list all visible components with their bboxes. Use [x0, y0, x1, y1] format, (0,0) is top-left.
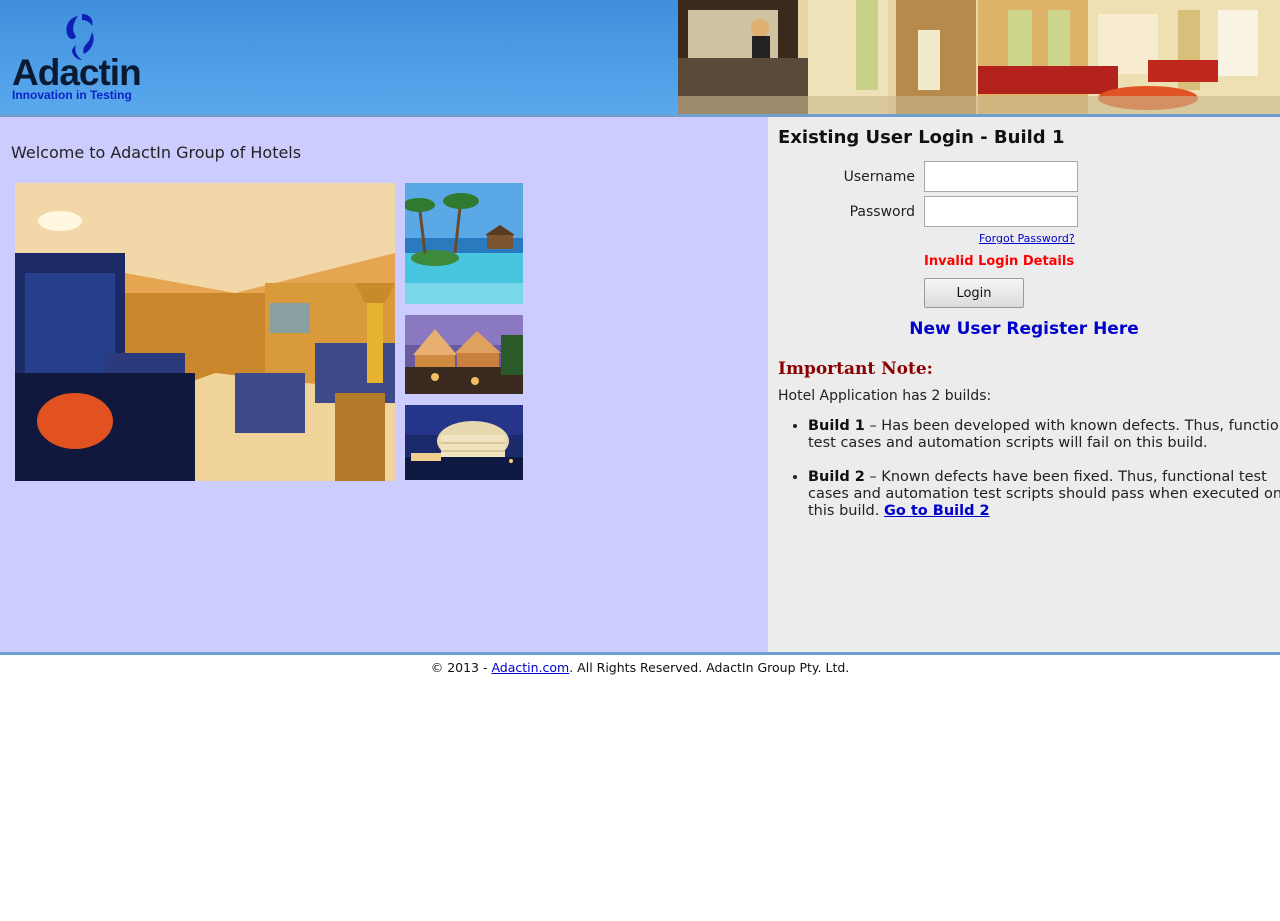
- list-item-build-1: Build 1 – Has been developed with known …: [808, 418, 1280, 452]
- list-item-build-2: Build 2 – Known defects have been fixed.…: [808, 469, 1280, 520]
- page-footer: © 2013 - Adactin.com. All Rights Reserve…: [0, 652, 1280, 921]
- footer-prefix: © 2013 -: [430, 660, 492, 675]
- forgot-password-link[interactable]: Forgot Password?: [979, 232, 1075, 245]
- build-2-description: – Known defects have been fixed. Thus, f…: [808, 469, 1280, 519]
- go-to-build-2-link[interactable]: Go to Build 2: [884, 503, 990, 519]
- password-label: Password: [849, 204, 915, 220]
- login-title: Existing User Login - Build 1: [778, 127, 1065, 148]
- hotel-lobby-photo: [678, 0, 1280, 114]
- welcome-panel: Welcome to AdactIn Group of Hotels: [0, 117, 768, 652]
- build-1-name: Build 1: [808, 418, 865, 434]
- hotel-suite-photo: [15, 183, 395, 481]
- login-panel: Existing User Login - Build 1 Username P…: [768, 117, 1280, 652]
- login-error-message: Invalid Login Details: [924, 254, 1075, 269]
- login-button[interactable]: Login: [924, 278, 1024, 308]
- build-1-description: – Has been developed with known defects.…: [808, 418, 1280, 451]
- new-user-register-link[interactable]: New User Register Here: [768, 319, 1280, 339]
- resort-tents-photo: [405, 315, 523, 394]
- footer-copyright: © 2013 - Adactin.com. All Rights Reserve…: [0, 660, 1280, 675]
- logo-tagline: Innovation in Testing: [12, 88, 132, 102]
- password-input[interactable]: [924, 196, 1078, 227]
- adactin-logo[interactable]: Adactin Innovation in Testing: [10, 8, 155, 106]
- hotel-night-photo: [405, 405, 523, 480]
- adactin-site-link[interactable]: Adactin.com: [491, 660, 569, 675]
- build-list: Build 1 – Has been developed with known …: [778, 418, 1280, 537]
- footer-suffix: . All Rights Reserved. AdactIn Group Pty…: [569, 660, 850, 675]
- important-note-heading: Important Note:: [778, 359, 933, 379]
- welcome-heading: Welcome to AdactIn Group of Hotels: [11, 143, 302, 162]
- page-header: Adactin Innovation in Testing: [0, 0, 1280, 117]
- username-input[interactable]: [924, 161, 1078, 192]
- note-intro-text: Hotel Application has 2 builds:: [778, 388, 992, 404]
- build-2-name: Build 2: [808, 469, 865, 485]
- username-label: Username: [843, 169, 915, 185]
- tropical-pool-photo: [405, 183, 523, 304]
